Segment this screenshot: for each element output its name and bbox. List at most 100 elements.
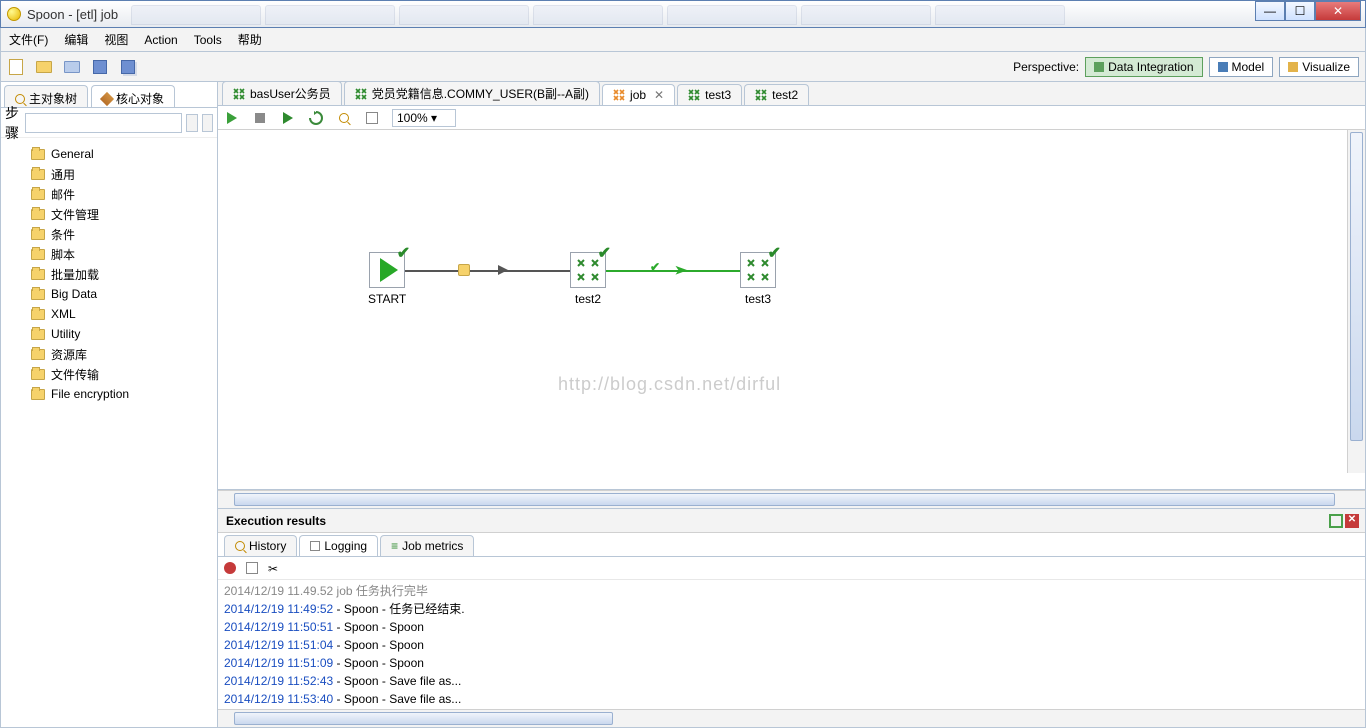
tree-item-label: 邮件 xyxy=(51,186,75,203)
tree-item[interactable]: General xyxy=(1,144,217,164)
steps-filter-input[interactable] xyxy=(25,113,182,133)
minimize-button[interactable]: — xyxy=(1255,1,1285,21)
menu-action[interactable]: Action xyxy=(144,33,177,47)
check-icon: ✔ xyxy=(650,260,660,274)
folder-icon xyxy=(31,309,45,320)
folder-icon xyxy=(31,349,45,360)
perspective-model[interactable]: Model xyxy=(1209,57,1274,77)
log-message: - Spoon - Save file as... xyxy=(333,692,461,706)
log-clear-button[interactable] xyxy=(246,562,258,574)
tree-item[interactable]: 脚本 xyxy=(1,244,217,264)
perspective-data-integration[interactable]: Data Integration xyxy=(1085,57,1202,77)
verify-button[interactable] xyxy=(336,110,352,126)
replay-button[interactable] xyxy=(308,110,324,126)
explore-button[interactable] xyxy=(63,58,81,76)
tree-item[interactable]: 文件管理 xyxy=(1,204,217,224)
tree-item[interactable]: 文件传输 xyxy=(1,364,217,384)
log-hscroll[interactable] xyxy=(218,709,1365,727)
editor-tab[interactable]: test3 xyxy=(677,84,742,105)
tree-item-label: 批量加载 xyxy=(51,266,99,283)
menu-help[interactable]: 帮助 xyxy=(238,31,262,48)
saveas-button[interactable] xyxy=(119,58,137,76)
menu-view[interactable]: 视图 xyxy=(104,31,128,48)
tree-item[interactable]: 条件 xyxy=(1,224,217,244)
pause-button[interactable] xyxy=(252,110,268,126)
editor-tab[interactable]: test2 xyxy=(744,84,809,105)
stop-icon xyxy=(255,113,265,123)
menu-tools[interactable]: Tools xyxy=(194,33,222,47)
node-test3[interactable]: ✔ test3 xyxy=(740,252,776,306)
steps-tree[interactable]: General通用邮件文件管理条件脚本批量加载 Big Data XMLUtilit… xyxy=(1,138,217,727)
close-button[interactable]: ✕ xyxy=(1315,1,1361,21)
maximize-button[interactable]: ☐ xyxy=(1285,1,1315,21)
play-icon xyxy=(227,112,237,124)
node-test2[interactable]: ✔ test2 xyxy=(570,252,606,306)
results-max-button[interactable] xyxy=(1329,514,1343,528)
menu-file[interactable]: 文件(F) xyxy=(9,31,48,48)
tree-item[interactable]: File encryption xyxy=(1,384,217,404)
job-canvas[interactable]: ✔ ➤ ✔ START ✔ test2 ✔ test3 http://blog.… xyxy=(218,130,1365,490)
spoon-icon xyxy=(7,7,21,21)
tree-item[interactable]: Utility xyxy=(1,324,217,344)
editor-tab-label: test3 xyxy=(705,88,731,102)
open-button[interactable] xyxy=(35,58,53,76)
db-impact-icon xyxy=(366,112,378,124)
tree-item[interactable]: 资源库 xyxy=(1,344,217,364)
collapse-button[interactable] xyxy=(202,114,213,132)
tree-item-label: Big Data xyxy=(51,287,97,301)
editor-tab[interactable]: job✕ xyxy=(602,84,675,105)
log-timestamp: 2014/12/19 11:51:04 xyxy=(224,638,333,652)
folder-icon xyxy=(31,289,45,300)
run-button[interactable] xyxy=(224,110,240,126)
main-toolbar: Perspective: Data Integration Model Visu… xyxy=(0,52,1366,82)
log-message: - Spoon - Spoon xyxy=(333,638,424,652)
run-options-button[interactable] xyxy=(280,110,296,126)
folder-icon xyxy=(31,209,45,220)
log-line: 2014/12/19 11:52:43 - Spoon - Save file … xyxy=(224,672,1359,690)
steps-label: 步骤 xyxy=(5,103,21,143)
new-button[interactable] xyxy=(7,58,25,76)
start-icon xyxy=(380,258,398,282)
results-tab-logging[interactable]: Logging xyxy=(299,535,378,556)
folder-icon xyxy=(31,169,45,180)
results-tab-history[interactable]: History xyxy=(224,535,297,556)
zoom-select[interactable]: 100% ▾ xyxy=(392,109,456,127)
expand-button[interactable] xyxy=(186,114,197,132)
canvas-vscroll[interactable] xyxy=(1347,130,1365,473)
os-task-tabs xyxy=(131,5,1065,25)
folder-icon xyxy=(31,229,45,240)
log-message: - Spoon - 任务已经结束. xyxy=(333,602,464,616)
tree-item[interactable]: Big Data xyxy=(1,284,217,304)
play-alt-icon xyxy=(283,112,293,124)
editor-tab-label: test2 xyxy=(772,88,798,102)
results-close-button[interactable]: ✕ xyxy=(1345,514,1359,528)
impact-button[interactable] xyxy=(364,110,380,126)
open-icon xyxy=(36,61,52,73)
check-icon: ✔ xyxy=(598,243,611,263)
sidebar-tab-core[interactable]: 核心对象 xyxy=(91,85,175,107)
node-start[interactable]: ✔ START xyxy=(368,252,406,306)
tree-item[interactable]: 通用 xyxy=(1,164,217,184)
menu-edit[interactable]: 编辑 xyxy=(64,31,88,48)
tree-item-label: 资源库 xyxy=(51,346,87,363)
close-icon[interactable]: ✕ xyxy=(654,88,664,102)
hop-start-test2[interactable] xyxy=(404,270,580,272)
editor-tab[interactable]: basUser公务员 xyxy=(222,82,342,105)
log-icon xyxy=(310,541,320,551)
tree-item-label: 脚本 xyxy=(51,246,75,263)
log-settings-button[interactable]: ✂ xyxy=(268,562,280,574)
lock-icon xyxy=(458,264,470,276)
log-line-partial: 2014/12/19 11.49.52 job 任务执行完毕 xyxy=(224,582,1359,600)
canvas-hscroll[interactable] xyxy=(218,490,1365,508)
tree-item[interactable]: 邮件 xyxy=(1,184,217,204)
perspective-visualize[interactable]: Visualize xyxy=(1279,57,1359,77)
save-button[interactable] xyxy=(91,58,109,76)
log-timestamp: 2014/12/19 11:49:52 xyxy=(224,602,333,616)
log-stop-button[interactable] xyxy=(224,562,236,574)
saveas-icon xyxy=(121,60,135,74)
tree-item[interactable]: XML xyxy=(1,304,217,324)
log-area[interactable]: 2014/12/19 11.49.52 job 任务执行完毕 2014/12/1… xyxy=(218,579,1365,709)
results-tab-metrics[interactable]: ≡Job metrics xyxy=(380,535,474,556)
editor-tab[interactable]: 党员党籍信息.COMMY_USER(B副--A副) xyxy=(344,82,600,105)
tree-item[interactable]: 批量加载 xyxy=(1,264,217,284)
